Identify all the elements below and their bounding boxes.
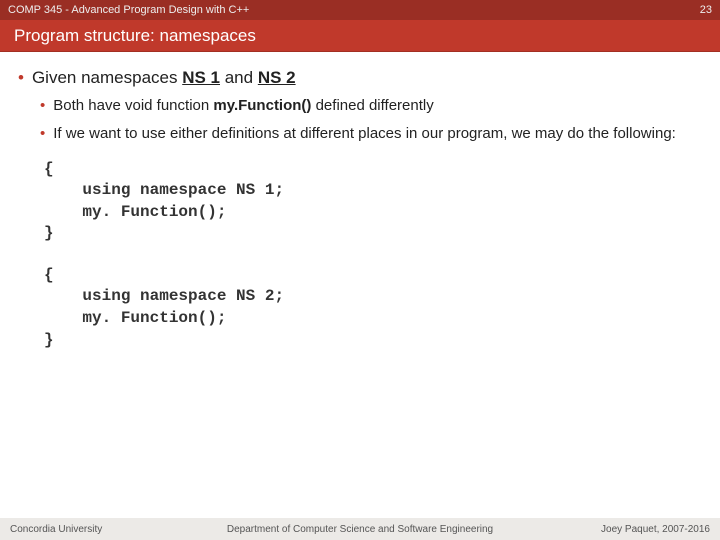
slide-title: Program structure: namespaces — [14, 26, 256, 46]
bullet-text: Both have void function my.Function() de… — [53, 96, 433, 116]
namespace-name: NS 1 — [182, 68, 220, 87]
bullet-dot-icon: • — [40, 124, 45, 144]
function-name: my.Function() — [213, 97, 311, 114]
text-fragment: defined differently — [311, 97, 433, 114]
bullet-level2: • If we want to use either definitions a… — [40, 124, 702, 144]
course-code: COMP 345 - Advanced Program Design with … — [8, 4, 249, 16]
footer-bar: Concordia University Department of Compu… — [0, 518, 720, 540]
slide-title-bar: Program structure: namespaces — [0, 20, 720, 52]
text-fragment: Both have void function — [53, 97, 213, 114]
slide-content: • Given namespaces NS 1 and NS 2 • Both … — [0, 52, 720, 351]
bullet-text: If we want to use either definitions at … — [53, 124, 676, 144]
footer-center: Department of Computer Science and Softw… — [0, 524, 720, 535]
bullet-text: Given namespaces NS 1 and NS 2 — [32, 68, 296, 88]
namespace-name: NS 2 — [258, 68, 296, 87]
page-number: 23 — [700, 4, 712, 16]
text-fragment: and — [220, 68, 258, 87]
code-block: { using namespace NS 2; my. Function(); … — [44, 265, 702, 351]
bullet-level2: • Both have void function my.Function() … — [40, 96, 702, 116]
top-bar: COMP 345 - Advanced Program Design with … — [0, 0, 720, 20]
text-fragment: Given namespaces — [32, 68, 182, 87]
bullet-dot-icon: • — [40, 96, 45, 116]
bullet-dot-icon: • — [18, 68, 24, 88]
bullet-level1: • Given namespaces NS 1 and NS 2 — [18, 68, 702, 88]
code-block: { using namespace NS 1; my. Function(); … — [44, 159, 702, 245]
